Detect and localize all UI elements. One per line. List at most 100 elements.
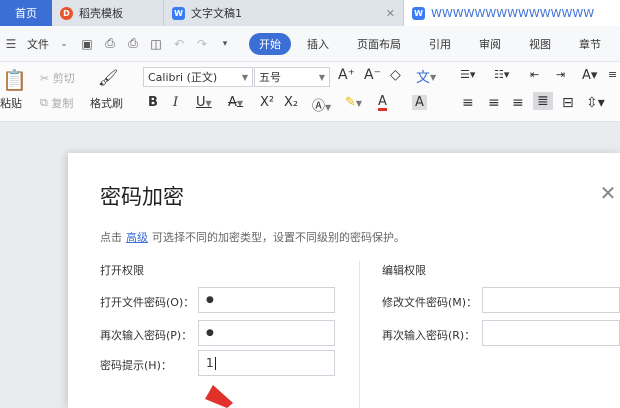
shrink-font-label: A⁻: [364, 67, 381, 83]
sort-icon[interactable]: ≡: [608, 68, 617, 81]
password-hint-value: 1: [206, 356, 214, 370]
close-icon[interactable]: ✕: [596, 181, 620, 205]
strikethrough-button[interactable]: A▼: [228, 95, 243, 110]
underline-button[interactable]: U▼: [196, 95, 212, 110]
bold-button[interactable]: B: [148, 95, 158, 110]
subscript-label: X₂: [284, 95, 299, 110]
bold-label: B: [148, 95, 158, 110]
save-icon[interactable]: ▣: [80, 37, 94, 51]
open-confirm-field[interactable]: ●: [198, 320, 335, 346]
phonetic-guide-label: 文: [416, 70, 430, 86]
line-spacing-icon[interactable]: ⇳▾: [586, 95, 605, 111]
hamburger-menu-icon[interactable]: ☰: [4, 37, 18, 51]
edit-confirm-field[interactable]: [482, 320, 620, 346]
grow-font-button[interactable]: A⁺: [338, 67, 355, 83]
increase-indent-icon[interactable]: ⇥: [556, 68, 565, 81]
password-hint-field[interactable]: 1: [198, 350, 335, 376]
close-icon[interactable]: ✕: [386, 7, 395, 20]
font-color-button[interactable]: A: [378, 95, 387, 111]
chevron-down-icon: ▼: [241, 72, 248, 82]
font-color-label: A: [378, 94, 387, 109]
paste-icon[interactable]: 📋: [2, 68, 27, 92]
tab-references-label: 引用: [429, 37, 451, 51]
tab-document-label: 文字文稿1: [191, 7, 242, 20]
character-shading-icon[interactable]: A: [412, 95, 427, 110]
font-name-value: Calibri (正文): [148, 71, 218, 84]
tab-review-label: 审阅: [479, 37, 501, 51]
distributed-icon[interactable]: ⊟: [562, 95, 574, 111]
format-painter-label: 格式刷: [90, 97, 123, 110]
tab-insert-label: 插入: [307, 37, 329, 51]
tab-home[interactable]: 首页: [0, 0, 52, 26]
undo-icon[interactable]: ↶: [172, 37, 186, 51]
bullet-list-icon[interactable]: ☰▾: [460, 68, 475, 81]
tab-bar: 首页 D 稻壳模板 W 文字文稿1 ✕ W WWWWWWWWWWWWWWW: [0, 0, 620, 26]
italic-button[interactable]: I: [173, 95, 178, 110]
cut-button[interactable]: ✂ 剪切: [40, 70, 75, 86]
password-encryption-dialog: 密码加密 ✕ 点击 高级 可选择不同的加密类型，设置不同级别的密码保护。 打开权限 …: [68, 153, 620, 408]
align-right-icon[interactable]: ≡: [512, 95, 524, 111]
cut-label: 剪切: [52, 72, 75, 85]
tab-references[interactable]: 引用: [429, 36, 451, 52]
text-caret: [214, 356, 216, 370]
dialog-description: 点击 高级 可选择不同的加密类型，设置不同级别的密码保护。: [100, 229, 405, 245]
superscript-label: X²: [260, 95, 275, 110]
paste-button[interactable]: 粘贴: [0, 95, 22, 111]
tab-document-active[interactable]: W WWWWWWWWWWWWWWW: [404, 0, 620, 26]
desc-suffix: 可选择不同的加密类型，设置不同级别的密码保护。: [152, 231, 405, 244]
redo-icon[interactable]: ↷: [195, 37, 209, 51]
tab-docer-templates[interactable]: D 稻壳模板: [52, 0, 164, 26]
file-menu[interactable]: 文件: [27, 36, 49, 52]
customize-toolbar-icon[interactable]: ▾: [218, 37, 232, 51]
writer-doc-icon: W: [172, 6, 185, 20]
print-icon[interactable]: ⎙: [126, 36, 140, 51]
highlight-icon[interactable]: ✎▼: [345, 95, 362, 110]
edit-password-field[interactable]: [482, 287, 620, 313]
shrink-font-button[interactable]: A⁻: [364, 67, 381, 83]
font-size-select[interactable]: 五号 ▼: [254, 67, 330, 87]
chevron-down-icon: ▼: [236, 99, 244, 108]
open-permission-heading: 打开权限: [100, 264, 144, 277]
superscript-button[interactable]: X²: [260, 95, 274, 110]
export-pdf-icon[interactable]: ⎙: [103, 36, 117, 51]
format-painter-button[interactable]: 格式刷: [90, 95, 123, 111]
print-preview-icon[interactable]: ◫: [149, 37, 163, 51]
advanced-link[interactable]: 高级: [126, 231, 148, 244]
justify-icon[interactable]: ≣: [533, 92, 553, 110]
subscript-button[interactable]: X₂: [284, 95, 298, 110]
copy-button[interactable]: ⧉ 复制: [40, 95, 73, 111]
tab-section[interactable]: 章节: [579, 36, 601, 52]
format-painter-icon[interactable]: 🖌: [98, 68, 118, 87]
decrease-indent-icon[interactable]: ⇤: [530, 68, 539, 81]
pointer-arrow-icon: [205, 385, 233, 408]
open-confirm-value: ●: [206, 328, 214, 338]
open-password-field[interactable]: ●: [198, 287, 335, 313]
underline-label: U: [196, 95, 206, 110]
eraser-icon[interactable]: ◇: [390, 67, 401, 83]
tab-start-label: 开始: [259, 37, 281, 51]
tab-start[interactable]: 开始: [249, 32, 291, 55]
tab-insert[interactable]: 插入: [307, 36, 329, 52]
font-name-select[interactable]: Calibri (正文) ▼: [143, 67, 253, 87]
writer-doc-icon: W: [412, 6, 425, 20]
tab-review[interactable]: 审阅: [479, 36, 501, 52]
align-center-icon[interactable]: ≡: [488, 95, 500, 111]
chevron-down-icon[interactable]: ⌄: [57, 37, 71, 51]
chevron-down-icon: ▼: [205, 99, 212, 108]
edit-confirm-label: 再次输入密码(R)：: [382, 329, 476, 342]
align-left-icon[interactable]: ≡: [462, 95, 474, 111]
tab-docer-label: 稻壳模板: [79, 7, 123, 20]
numbered-list-icon[interactable]: ☷▾: [494, 68, 509, 81]
copy-icon: ⧉: [40, 96, 48, 109]
change-case-icon[interactable]: A▾: [582, 68, 597, 83]
phonetic-guide-button[interactable]: 文 ▼: [416, 67, 436, 87]
tab-document-1[interactable]: W 文字文稿1 ✕: [164, 0, 404, 26]
text-effect-icon[interactable]: Ⓐ▼: [312, 95, 331, 114]
open-password-value: ●: [206, 295, 214, 305]
tab-page-layout[interactable]: 页面布局: [357, 36, 401, 52]
chevron-down-icon: ▼: [430, 72, 437, 82]
grow-font-label: A⁺: [338, 67, 355, 83]
chevron-down-icon: ▼: [318, 72, 325, 82]
strikethrough-label: A: [228, 95, 237, 110]
tab-view[interactable]: 视图: [529, 36, 551, 52]
